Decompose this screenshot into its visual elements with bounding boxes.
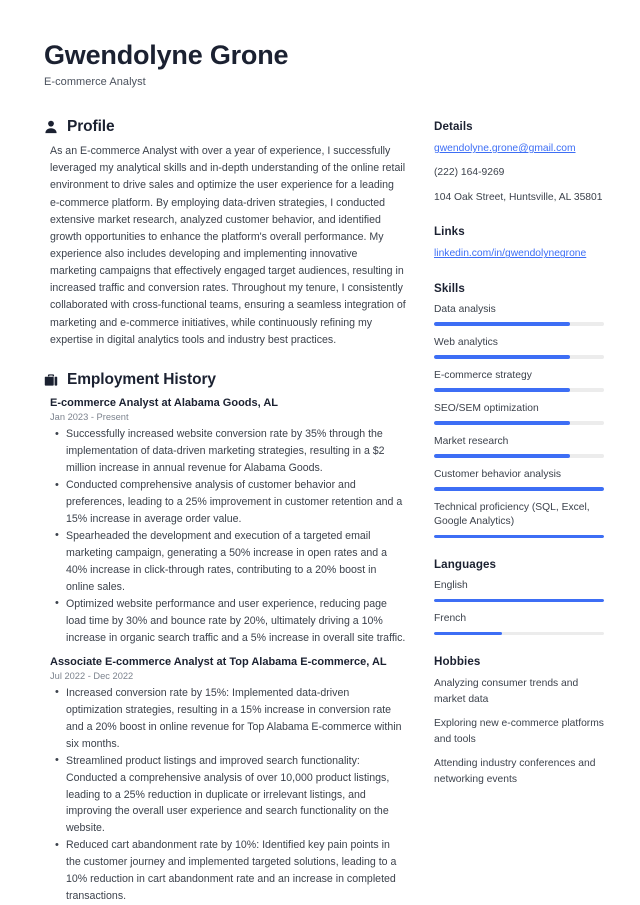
skill-rating-fill xyxy=(434,388,570,392)
skill-item: Market research xyxy=(434,435,604,458)
profile-section: Profile As an E-commerce Analyst with ov… xyxy=(44,118,406,349)
skill-rating-track xyxy=(434,421,604,425)
resume-header: Gwendolyne Grone E-commerce Analyst xyxy=(44,40,602,88)
briefcase-icon xyxy=(44,373,58,387)
job-bullet: Optimized website performance and user e… xyxy=(50,595,406,647)
skill-item: Technical proficiency (SQL, Excel, Googl… xyxy=(434,501,604,539)
skill-label: Technical proficiency (SQL, Excel, Googl… xyxy=(434,501,590,528)
phone-number: (222) 164-9269 xyxy=(434,167,505,179)
skill-item: SEO/SEM optimization xyxy=(434,402,604,425)
language-rating-fill xyxy=(434,599,604,603)
skill-rating-track xyxy=(434,322,604,326)
candidate-name: Gwendolyne Grone xyxy=(44,40,289,70)
skill-label: SEO/SEM optimization xyxy=(434,402,539,414)
skill-item: Web analytics xyxy=(434,336,604,359)
language-rating-track xyxy=(434,632,604,636)
skill-item: Customer behavior analysis xyxy=(434,468,604,491)
language-label: English xyxy=(434,580,468,592)
skill-rating-fill xyxy=(434,322,570,326)
job-bullet: Reduced cart abandonment rate by 10%: Id… xyxy=(50,837,406,905)
job-bullet: Successfully increased website conversio… xyxy=(50,426,406,477)
hobby-item: Analyzing consumer trends and market dat… xyxy=(434,678,579,705)
language-item: English xyxy=(434,579,604,603)
job-dates: Jan 2023 - Present xyxy=(50,412,129,423)
details-section: Details gwendolyne.grone@gmail.com (222)… xyxy=(434,120,604,205)
skill-label: E-commerce strategy xyxy=(434,369,532,381)
language-label: French xyxy=(434,613,467,625)
links-section-title: Links xyxy=(434,225,465,239)
skill-label: Customer behavior analysis xyxy=(434,468,562,480)
languages-section: Languages English French xyxy=(434,558,604,636)
skill-label: Market research xyxy=(434,435,509,447)
skills-section-title: Skills xyxy=(434,281,465,295)
skill-rating-fill xyxy=(434,421,570,425)
employment-entry: E-commerce Analyst at Alabama Goods, AL … xyxy=(44,396,406,647)
skill-item: Data analysis xyxy=(434,303,604,326)
resume-page: Gwendolyne Grone E-commerce Analyst Prof… xyxy=(0,0,640,905)
job-bullet: Increased conversion rate by 15%: Implem… xyxy=(50,684,406,753)
language-rating-fill xyxy=(434,632,502,636)
skill-item: E-commerce strategy xyxy=(434,369,604,392)
job-bullet: Spearheaded the development and executio… xyxy=(50,527,406,596)
postal-address: 104 Oak Street, Huntsville, AL 35801 xyxy=(434,191,603,203)
skills-section: Skills Data analysis Web analytics E-com… xyxy=(434,282,604,539)
skill-rating-fill xyxy=(434,535,604,539)
job-bullet: Streamlined product listings and improve… xyxy=(50,752,406,838)
languages-section-title: Languages xyxy=(434,558,497,572)
profile-text: As an E-commerce Analyst with over a yea… xyxy=(50,145,406,346)
details-section-title: Details xyxy=(434,120,473,134)
skill-rating-fill xyxy=(434,487,604,491)
skill-rating-track xyxy=(434,487,604,491)
job-title: E-commerce Analyst at Alabama Goods, AL xyxy=(50,396,279,409)
job-bullet-list: Increased conversion rate by 15%: Implem… xyxy=(50,684,406,905)
job-bullet-list: Successfully increased website conversio… xyxy=(50,426,406,646)
candidate-job-title: E-commerce Analyst xyxy=(44,76,146,89)
skill-label: Web analytics xyxy=(434,336,498,348)
skill-rating-track xyxy=(434,388,604,392)
hobbies-section-title: Hobbies xyxy=(434,655,481,669)
resume-body: Profile As an E-commerce Analyst with ov… xyxy=(44,118,604,905)
profile-section-title: Profile xyxy=(67,118,115,136)
employment-section-title: Employment History xyxy=(67,370,216,388)
hobbies-section: Hobbies Analyzing consumer trends and ma… xyxy=(434,655,604,787)
hobby-item: Attending industry conferences and netwo… xyxy=(434,758,596,785)
person-icon xyxy=(44,120,58,134)
job-bullet: Conducted comprehensive analysis of cust… xyxy=(50,477,406,528)
links-section: Links linkedin.com/in/gwendolynegrone xyxy=(434,225,604,261)
job-dates: Jul 2022 - Dec 2022 xyxy=(50,670,134,681)
email-link[interactable]: gwendolyne.grone@gmail.com xyxy=(434,141,604,156)
skill-rating-track xyxy=(434,535,604,539)
employment-section-header: Employment History xyxy=(44,371,406,389)
hobby-item: Exploring new e-commerce platforms and t… xyxy=(434,718,604,745)
language-item: French xyxy=(434,612,604,636)
skill-rating-track xyxy=(434,454,604,458)
skill-rating-track xyxy=(434,355,604,359)
skill-rating-fill xyxy=(434,355,570,359)
employment-entry: Associate E-commerce Analyst at Top Alab… xyxy=(44,655,406,905)
language-rating-track xyxy=(434,599,604,603)
main-column: Profile As an E-commerce Analyst with ov… xyxy=(44,118,406,905)
skill-rating-fill xyxy=(434,454,570,458)
linkedin-link[interactable]: linkedin.com/in/gwendolynegrone xyxy=(434,246,604,261)
skill-label: Data analysis xyxy=(434,303,496,315)
sidebar-column: Details gwendolyne.grone@gmail.com (222)… xyxy=(434,118,604,807)
job-title: Associate E-commerce Analyst at Top Alab… xyxy=(50,655,387,668)
employment-section: Employment History E-commerce Analyst at… xyxy=(44,371,406,905)
profile-section-header: Profile xyxy=(44,118,406,136)
